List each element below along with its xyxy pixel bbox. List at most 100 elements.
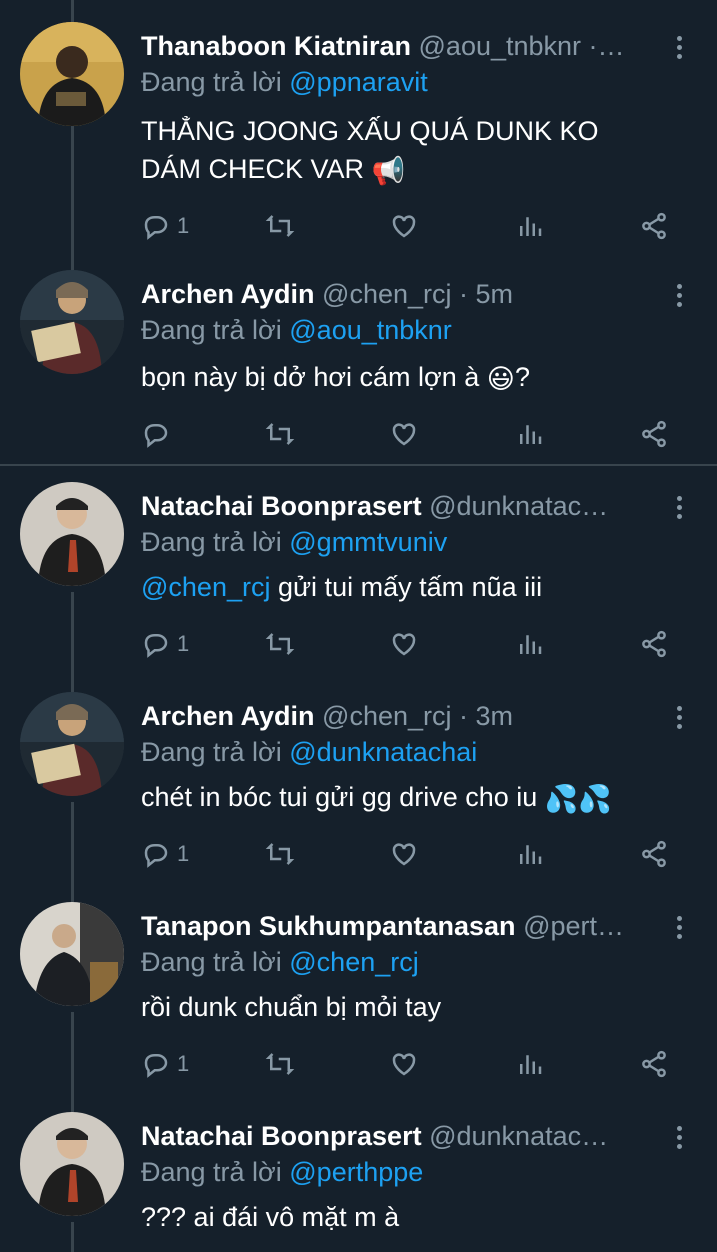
- like-button[interactable]: [389, 834, 419, 874]
- share-icon: [642, 212, 666, 240]
- more-icon[interactable]: [675, 284, 683, 310]
- retweet-button[interactable]: [265, 414, 295, 454]
- reply-icon: [144, 216, 168, 240]
- tweet-header: Tanapon Sukhumpantanasan @pert…: [141, 908, 667, 944]
- replying-to: Đang trả lời @ppnaravit: [141, 64, 428, 100]
- stats-button[interactable]: [515, 624, 545, 664]
- share-button[interactable]: [639, 206, 669, 246]
- avatar[interactable]: [20, 22, 124, 126]
- display-name[interactable]: Natachai Boonprasert: [141, 491, 422, 521]
- like-icon: [392, 843, 416, 866]
- tweet[interactable]: Natachai Boonprasert @dunknatac… Đang tr…: [0, 482, 717, 672]
- stats-button[interactable]: [515, 834, 545, 874]
- avatar[interactable]: [20, 482, 124, 586]
- more-icon[interactable]: [675, 36, 683, 62]
- avatar[interactable]: [20, 270, 124, 374]
- tweet[interactable]: Archen Aydin @chen_rcj · 3m Đang trả lời…: [0, 692, 717, 882]
- share-icon: [642, 420, 666, 448]
- like-button[interactable]: [389, 1044, 419, 1084]
- thread-line: [71, 0, 74, 22]
- share-icon: [642, 1050, 666, 1078]
- display-name[interactable]: Archen Aydin: [141, 701, 315, 731]
- user-handle[interactable]: @aou_tnbknr ·…: [419, 31, 625, 61]
- share-icon: [642, 840, 666, 868]
- retweet-button[interactable]: [265, 624, 295, 664]
- reply-button[interactable]: 1: [141, 206, 189, 246]
- divider: [0, 464, 717, 466]
- user-handle[interactable]: @chen_rcj · 3m: [322, 701, 513, 731]
- tweet-text: chét in bóc tui gửi gg drive cho iu 💦💦: [141, 778, 681, 818]
- more-icon[interactable]: [675, 706, 683, 732]
- replying-mention[interactable]: @aou_tnbknr: [289, 315, 452, 345]
- more-icon[interactable]: [675, 1126, 683, 1152]
- like-button[interactable]: [389, 414, 419, 454]
- replying-mention[interactable]: @dunknatachai: [289, 737, 477, 767]
- share-button[interactable]: [639, 834, 669, 874]
- megaphone-emoji: 📢: [371, 155, 406, 186]
- stats-button[interactable]: [515, 414, 545, 454]
- avatar[interactable]: [20, 1112, 124, 1216]
- retweet-icon: [265, 843, 295, 865]
- tweet[interactable]: Tanapon Sukhumpantanasan @pert… Đang trả…: [0, 902, 717, 1092]
- avatar[interactable]: [20, 692, 124, 796]
- tweet-header: Natachai Boonprasert @dunknatac…: [141, 488, 667, 524]
- more-icon[interactable]: [675, 496, 683, 522]
- display-name[interactable]: Natachai Boonprasert: [141, 1121, 422, 1151]
- tweet-text-body: rồi dunk chuẩn bị mỏi tay: [141, 992, 442, 1022]
- replying-label: Đang trả lời: [141, 315, 290, 345]
- replying-label: Đang trả lời: [141, 527, 290, 557]
- retweet-button[interactable]: [265, 1044, 295, 1084]
- tweet-text-body: bọn này bị dở hơi cám lợn à: [141, 362, 487, 392]
- reply-button[interactable]: [141, 414, 177, 454]
- share-button[interactable]: [639, 414, 669, 454]
- share-button[interactable]: [639, 624, 669, 664]
- like-button[interactable]: [389, 624, 419, 664]
- share-button[interactable]: [639, 1044, 669, 1084]
- tweet-text-body: chét in bóc tui gửi gg drive cho iu: [141, 782, 545, 812]
- retweet-button[interactable]: [265, 834, 295, 874]
- tweet-header: Archen Aydin @chen_rcj · 3m: [141, 698, 667, 734]
- tweet[interactable]: Thanaboon Kiatniran @aou_tnbknr ·… Đang …: [0, 22, 717, 252]
- avatar[interactable]: [20, 902, 124, 1006]
- tweet-text-suffix: ?: [514, 362, 530, 392]
- tweet[interactable]: Archen Aydin @chen_rcj · 5m Đang trả lời…: [0, 270, 717, 460]
- retweet-button[interactable]: [265, 206, 295, 246]
- retweet-icon: [265, 633, 295, 655]
- display-name[interactable]: Archen Aydin: [141, 279, 315, 309]
- user-handle[interactable]: @dunknatac…: [429, 491, 608, 521]
- mention-link[interactable]: @chen_rcj: [141, 572, 270, 602]
- tweet-text-body: gửi tui mấy tấm nũa iii: [270, 572, 543, 602]
- tweet-text: bọn này bị dở hơi cám lợn à 😃?: [141, 358, 681, 398]
- action-bar: 1: [141, 1044, 681, 1084]
- retweet-icon: [265, 1053, 295, 1075]
- stats-button[interactable]: [515, 206, 545, 246]
- display-name[interactable]: Tanapon Sukhumpantanasan: [141, 911, 516, 941]
- tweet-text: rồi dunk chuẩn bị mỏi tay: [141, 988, 681, 1026]
- action-bar: 1: [141, 834, 681, 874]
- like-icon: [392, 215, 416, 238]
- reply-icon: [144, 1054, 168, 1078]
- display-name[interactable]: Thanaboon Kiatniran: [141, 31, 411, 61]
- action-bar: [141, 414, 681, 454]
- replying-mention[interactable]: @perthppe: [289, 1157, 423, 1187]
- stats-button[interactable]: [515, 1044, 545, 1084]
- action-bar: 1: [141, 624, 681, 664]
- more-icon[interactable]: [675, 916, 683, 942]
- reply-button[interactable]: 1: [141, 834, 189, 874]
- tweet-text: THẲNG JOONG XẤU QUÁ DUNK KO DÁM CHECK VA…: [141, 112, 681, 190]
- like-button[interactable]: [389, 206, 419, 246]
- reply-icon: [144, 634, 168, 658]
- retweet-icon: [265, 423, 295, 445]
- replying-mention[interactable]: @chen_rcj: [289, 947, 418, 977]
- tweet[interactable]: Natachai Boonprasert @dunknatac… Đang tr…: [0, 1112, 717, 1252]
- reply-button[interactable]: 1: [141, 1044, 189, 1084]
- replying-mention[interactable]: @ppnaravit: [289, 67, 427, 97]
- share-icon: [642, 630, 666, 658]
- retweet-icon: [265, 215, 295, 237]
- replying-mention[interactable]: @gmmtvuniv: [289, 527, 447, 557]
- user-handle[interactable]: @dunknatac…: [429, 1121, 608, 1151]
- user-handle[interactable]: @pert…: [523, 911, 624, 941]
- user-handle[interactable]: @chen_rcj · 5m: [322, 279, 513, 309]
- reply-button[interactable]: 1: [141, 624, 189, 664]
- reply-count: 1: [177, 631, 190, 656]
